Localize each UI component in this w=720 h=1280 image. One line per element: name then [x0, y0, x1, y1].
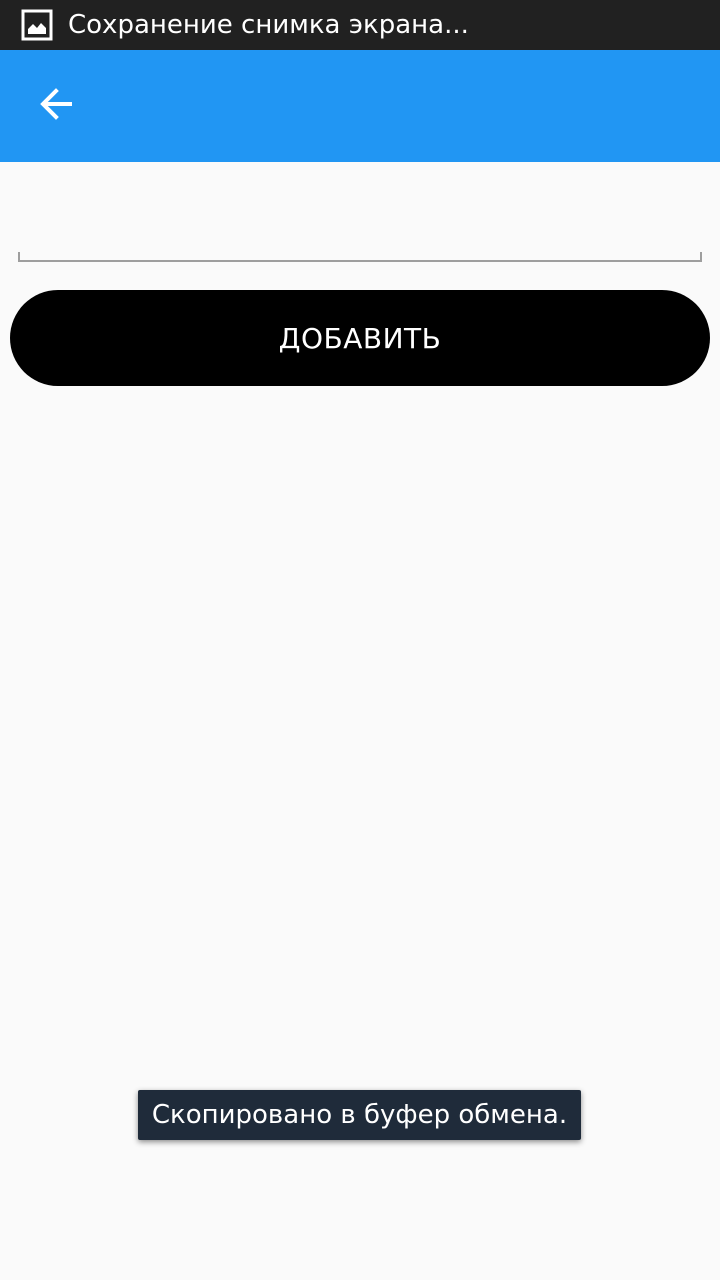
screen: Сохранение снимка экрана... ДОБАВИТЬ Ско…: [0, 0, 720, 1280]
text-input[interactable]: [18, 200, 702, 262]
arrow-left-icon: [38, 86, 74, 126]
toast-message: Скопировано в буфер обмена.: [138, 1090, 581, 1140]
add-button[interactable]: ДОБАВИТЬ: [10, 290, 710, 386]
status-bar: Сохранение снимка экрана...: [0, 0, 720, 50]
back-button[interactable]: [24, 74, 88, 138]
notification-text: Сохранение снимка экрана...: [68, 10, 469, 40]
image-icon: [21, 9, 53, 41]
app-bar: [0, 50, 720, 162]
